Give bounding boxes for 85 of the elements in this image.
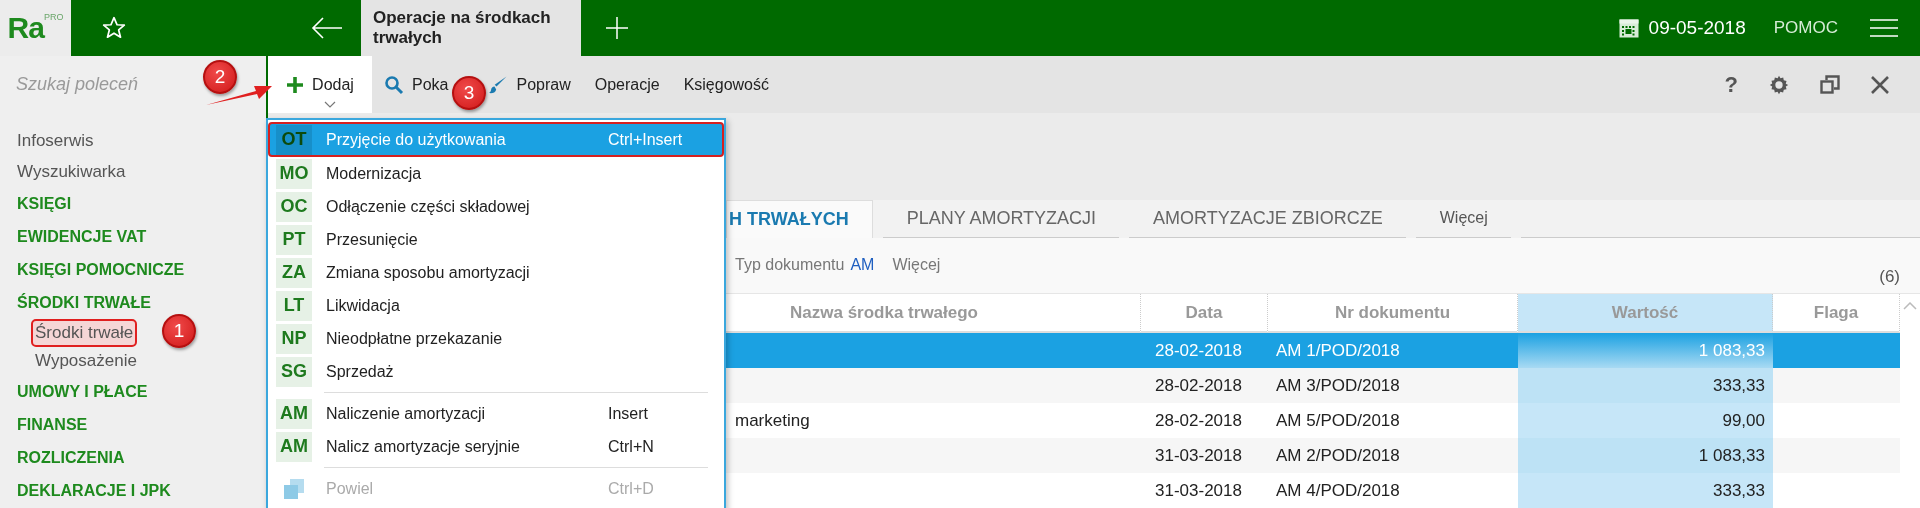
menu-item[interactable]: PT Przesunięcie [270,223,722,256]
toolbar-button[interactable]: Operacje [594,56,660,113]
help-link[interactable]: POMOC [1773,18,1838,38]
menu-item-label: Naliczenie amortyzacji [326,404,487,423]
shortcut-text: Insert [608,404,648,423]
table-cell: 333,33 [1518,368,1773,403]
table-cell: 31-03-2018 [1141,438,1268,473]
table-cell: 28-02-2018 [1141,333,1268,368]
document-type-code: SG [281,361,307,382]
menu-item[interactable]: SG Sprzedaż [270,355,722,388]
shortcut-text: Ctrl+D [608,479,654,498]
calendar-icon[interactable] [1618,18,1639,38]
shortcut-text: Ctrl+N [608,437,654,456]
table-cell: 28-02-2018 [1141,368,1268,403]
document-tab[interactable]: Operacje na środkach trwałych [361,0,581,56]
shortcut-text: Ctrl+Insert [608,130,683,149]
toolbar-button[interactable]: Poka [384,56,449,113]
menu-item-label: Nalicz amortyzacje seryjnie [326,437,521,456]
sidebar-item[interactable]: KSIĘGI [17,187,266,220]
document-type-code: ZA [282,262,306,283]
record-count: (6) [1879,267,1900,287]
callout-badge: 1 [162,314,196,348]
table-cell: AM 3/POD/2018 [1268,368,1518,403]
chevron-down-icon [324,101,336,108]
sidebar-item[interactable]: DEKLARACJE I JPK [17,474,266,507]
document-type-code: NP [281,328,307,349]
menu-item-label: Przesunięcie [326,230,419,249]
copy-icon [283,477,305,500]
menu-item-label: Odłączenie części składowej [326,197,531,216]
table-cell: 1 083,33 [1518,438,1773,473]
callout-badge: 3 [452,76,486,110]
filter-label: Typ dokumentu [735,256,845,275]
table-cell: 1 083,33 [1518,333,1773,368]
sidebar-item[interactable]: KSIĘGI POMOCNICZE [17,253,266,286]
document-type-code: LT [283,295,305,316]
toolbar-button[interactable]: Dodaj [268,56,372,113]
toolbar-button[interactable]: Popraw [488,56,571,113]
document-type-code: PT [282,229,306,250]
menu-item-label: Likwidacja [326,296,401,315]
tab[interactable]: AMORTYZACJE ZBIORCZE [1129,199,1406,238]
star-icon[interactable] [101,15,127,41]
menu-item-label: Przyjęcie do użytkowania [326,130,507,149]
search-icon [384,74,404,95]
more-filters-link[interactable]: Więcej [892,256,941,275]
sidebar-item[interactable]: ROZLICZENIA [17,441,266,474]
menu-item[interactable]: MO Modernizacja [270,157,722,190]
sidebar-item[interactable]: EWIDENCJE VAT [17,220,266,253]
document-type-code: AM [280,403,308,424]
table-cell: 333,33 [1518,473,1773,508]
table-cell: AM 1/POD/2018 [1268,333,1518,368]
menu-item[interactable]: LT Likwidacja [270,289,722,322]
help-button[interactable]: ? [1724,71,1738,98]
sidebar-subitem[interactable]: Środki trwałe [31,319,138,347]
sidebar-subitem[interactable]: Wyposażenie [31,347,141,375]
menu-item-label: Modernizacja [326,164,423,183]
menu-item[interactable]: ZA Zmiana sposobu amortyzacji [270,256,722,289]
plus-icon[interactable] [605,16,629,40]
sidebar-item[interactable]: Infoserwis [17,125,266,156]
document-type-code: OT [281,129,307,150]
document-type-code: OC [280,196,308,217]
document-type-code: MO [279,163,309,184]
plus-icon [286,75,305,94]
sidebar-item[interactable]: FINANSE [17,408,266,441]
tab[interactable]: H TRWAŁYCH [726,199,873,238]
menu-item-label: Nieodpłatne przekazanie [326,329,504,348]
toolbar-button[interactable]: Księgowość [683,56,769,113]
tab[interactable]: Więcej [1415,199,1511,238]
menu-item-label: Zmiana sposobu amortyzacji [326,263,531,282]
sidebar-item[interactable]: UMOWY I PŁACE [17,375,266,408]
menu-item-label: Powiel [326,479,375,498]
sidebar-item[interactable]: Wyszukiwarka [17,156,266,187]
restore-window-icon[interactable] [1820,74,1840,95]
date-text[interactable]: 09-05-2018 [1648,17,1746,39]
back-arrow-icon[interactable] [311,16,343,40]
menu-item-label: Sprzedaż [326,362,395,381]
menu-item[interactable]: OC Odłączenie części składowej [270,190,722,223]
tab[interactable]: PLANY AMORTYZACJI [882,199,1120,238]
table-cell: 99,00 [1518,403,1773,438]
menu-icon[interactable] [1870,18,1898,38]
brush-icon [488,74,509,95]
document-type-code: AM [280,436,308,457]
filter-value-link[interactable]: AM [850,256,875,275]
close-icon[interactable] [1870,74,1890,95]
menu-item[interactable]: NP Nieodpłatne przekazanie [270,322,722,355]
table-cell: AM 2/POD/2018 [1268,438,1518,473]
